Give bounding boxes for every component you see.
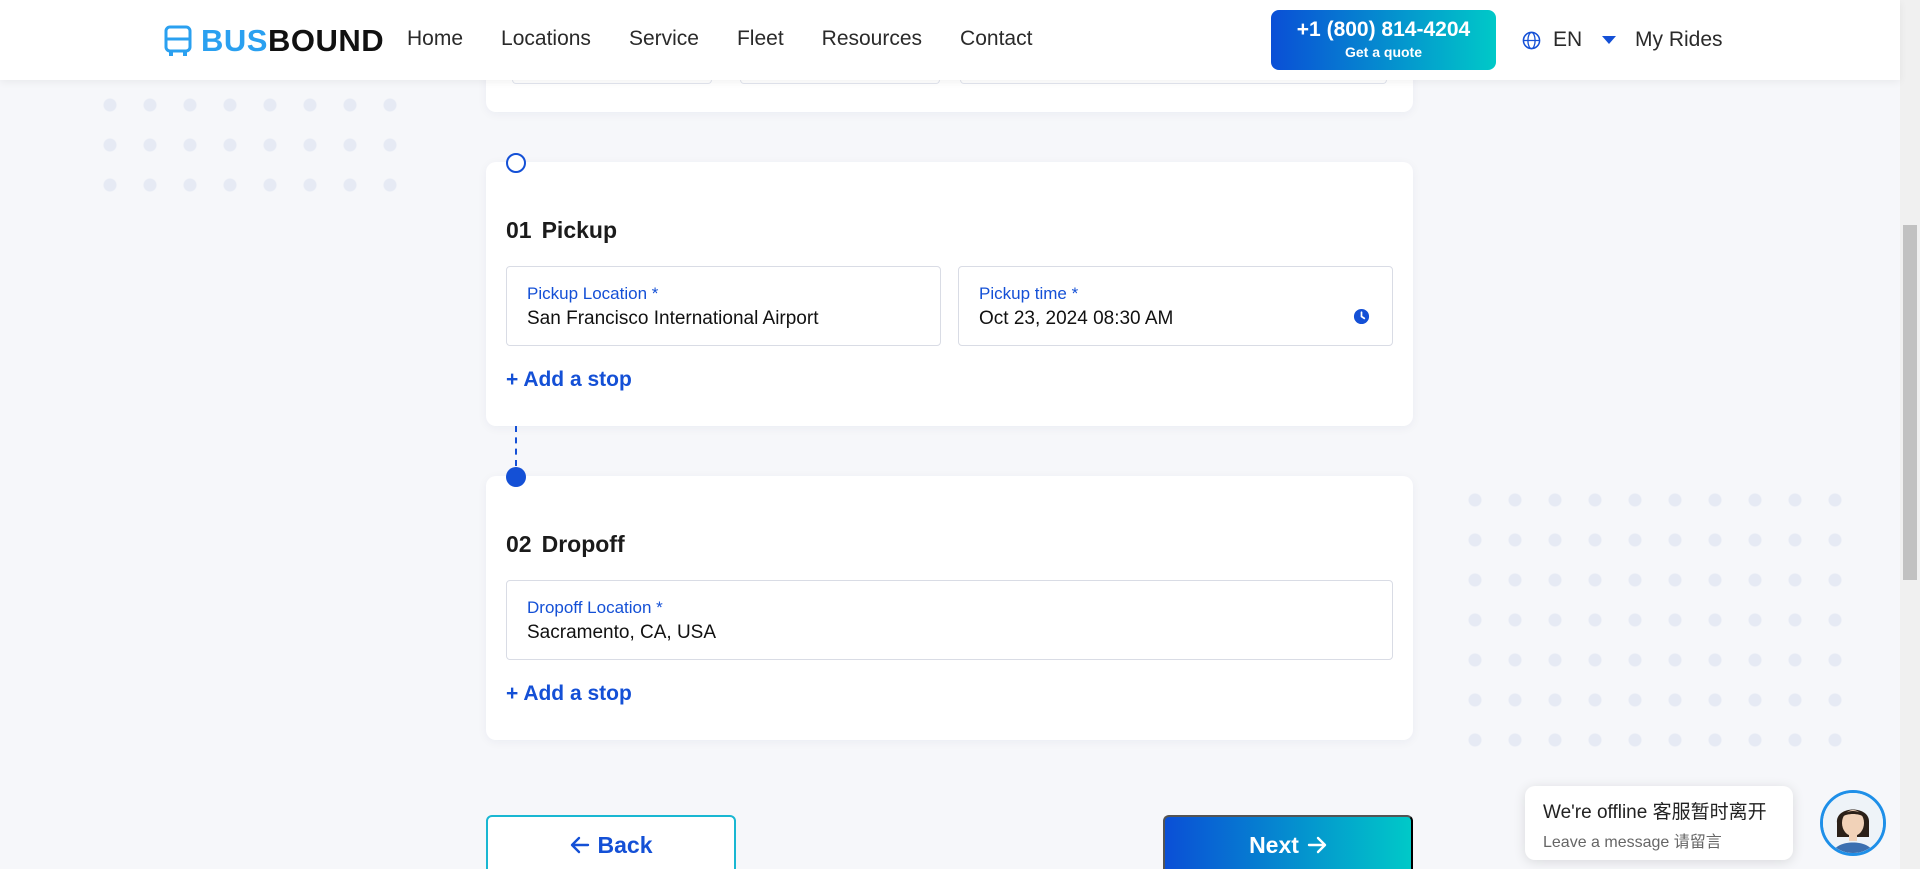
- chat-status-text: We're offline 客服暂时离开: [1543, 802, 1767, 823]
- globe-icon: [1522, 31, 1541, 49]
- chat-leave-message-text: Leave a message 请留言: [1543, 834, 1722, 851]
- next-button-label: Next: [1249, 831, 1299, 858]
- chat-offline-bubble[interactable]: We're offline 客服暂时离开 Leave a message 请留言: [1525, 786, 1793, 860]
- language-code: EN: [1553, 28, 1583, 51]
- dropoff-location-label: Dropoff Location *: [527, 598, 663, 617]
- logo-text: BUSBOUND: [201, 23, 384, 59]
- chevron-down-icon: [1602, 36, 1617, 44]
- nav-contact[interactable]: Contact: [960, 27, 1032, 51]
- decorative-dots-left: [90, 85, 410, 205]
- get-quote-label: Get a quote: [1344, 44, 1422, 60]
- arrow-left-icon: [570, 836, 589, 854]
- arrow-right-icon: [1307, 836, 1327, 854]
- dropoff-title: 02 Dropoff: [506, 531, 625, 558]
- next-button[interactable]: Next: [1163, 815, 1413, 869]
- pickup-location-label: Pickup Location *: [527, 284, 659, 303]
- pickup-card: 01 Pickup Pickup Location * San Francisco…: [486, 162, 1413, 426]
- nav-resources[interactable]: Resources: [822, 27, 922, 51]
- dropoff-add-stop-link[interactable]: + Add a stop: [506, 682, 632, 706]
- pickup-title-text: Pickup: [541, 217, 618, 243]
- bus-icon: [164, 25, 192, 56]
- dropoff-location-value: Sacramento, CA, USA: [527, 622, 717, 643]
- dropoff-card: 02 Dropoff Dropoff Location * Sacramento,…: [486, 476, 1413, 740]
- phone-quote-button[interactable]: +1 (800) 814-4204 Get a quote: [1271, 10, 1496, 70]
- clock-icon[interactable]: [1353, 308, 1370, 325]
- site-header: BUSBOUND Home Locations Service Fleet Re…: [0, 0, 1900, 80]
- dropoff-title-text: Dropoff: [541, 531, 625, 557]
- pickup-add-stop-link[interactable]: + Add a stop: [506, 368, 632, 392]
- logo-text-bus: BUS: [201, 23, 268, 58]
- nav-locations[interactable]: Locations: [501, 27, 591, 51]
- dropoff-step-number: 02: [506, 531, 532, 557]
- chat-agent-avatar[interactable]: [1820, 790, 1886, 856]
- phone-number: +1 (800) 814-4204: [1296, 18, 1471, 41]
- my-rides-link[interactable]: My Rides: [1635, 28, 1723, 52]
- main-nav: Home Locations Service Fleet Resources C…: [407, 27, 1032, 51]
- pickup-title: 01 Pickup: [506, 217, 617, 244]
- pickup-location-value: San Francisco International Airport: [527, 308, 819, 329]
- pickup-time-label: Pickup time *: [979, 284, 1079, 303]
- page-scrollbar[interactable]: [1900, 0, 1920, 869]
- back-button[interactable]: Back: [486, 815, 736, 869]
- logo-text-bound: BOUND: [267, 23, 385, 58]
- nav-fleet[interactable]: Fleet: [737, 27, 784, 51]
- pickup-step-number: 01: [506, 217, 532, 243]
- nav-service[interactable]: Service: [629, 27, 699, 51]
- timeline-marker-pickup: [506, 153, 526, 173]
- language-selector[interactable]: EN: [1522, 28, 1617, 52]
- dropoff-location-field[interactable]: Dropoff Location * Sacramento, CA, USA: [506, 580, 1393, 660]
- timeline-connector: [515, 426, 517, 466]
- nav-home[interactable]: Home: [407, 27, 463, 51]
- timeline-marker-dropoff: [506, 467, 526, 487]
- agent-avatar-icon: [1823, 793, 1883, 853]
- pickup-location-field[interactable]: Pickup Location * San Francisco Internat…: [506, 266, 941, 346]
- logo[interactable]: BUSBOUND: [163, 23, 384, 59]
- decorative-dots-right: [1455, 480, 1855, 770]
- scrollbar-thumb[interactable]: [1903, 225, 1917, 580]
- pickup-time-field[interactable]: Pickup time * Oct 23, 2024 08:30 AM: [958, 266, 1393, 346]
- pickup-time-value: Oct 23, 2024 08:30 AM: [979, 308, 1174, 329]
- back-button-label: Back: [597, 831, 653, 858]
